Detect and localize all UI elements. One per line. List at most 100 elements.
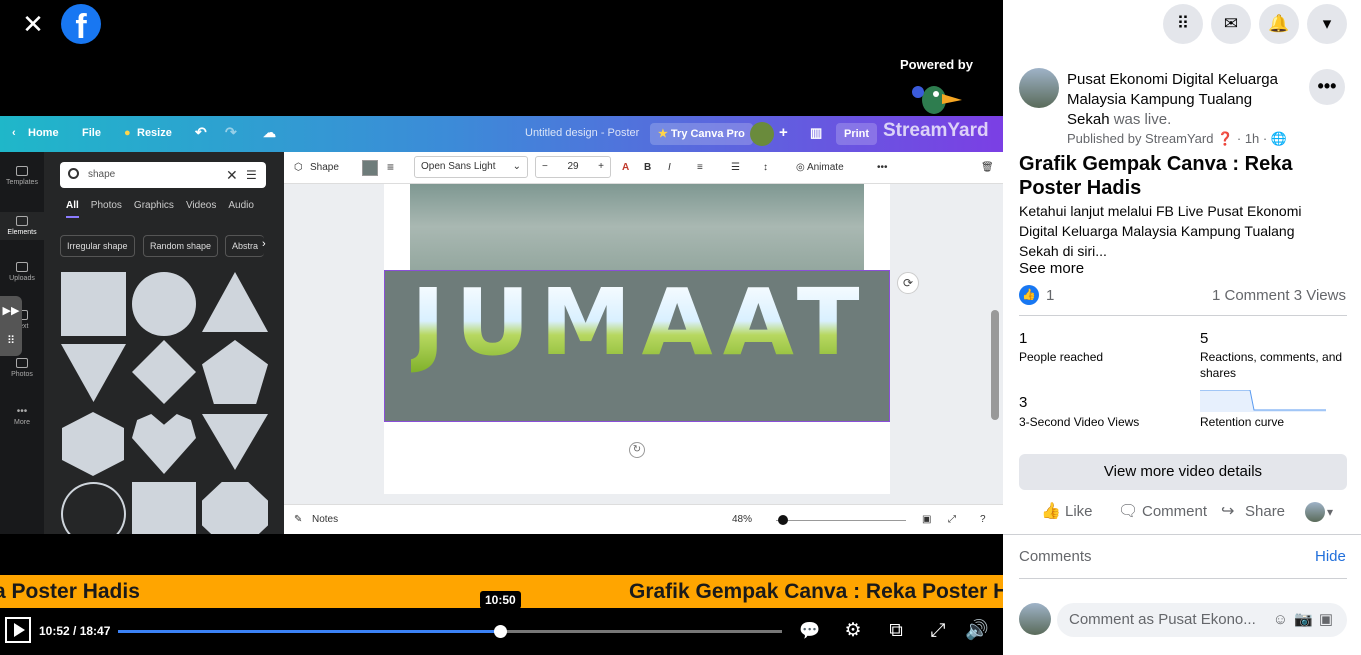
nav-more[interactable]: ••• More [0, 406, 44, 426]
selected-text-frame[interactable]: JUMAAT [384, 270, 890, 422]
hide-comments-link[interactable]: Hide [1315, 548, 1346, 565]
progress-bar[interactable] [118, 625, 782, 638]
try-canva-pro-button[interactable]: ★ Try Canva Pro [650, 123, 753, 145]
pages-icon[interactable]: ▣ [922, 514, 931, 525]
shape-square[interactable] [61, 272, 126, 336]
facebook-logo[interactable]: f [61, 4, 101, 44]
font-select[interactable]: Open Sans Light ⌄ [414, 156, 528, 178]
trash-icon[interactable]: 🗑 [981, 162, 994, 173]
bold-icon[interactable]: B [644, 162, 651, 173]
border-style-icon[interactable]: ≡ [387, 160, 394, 174]
tab-photos[interactable]: Photos [91, 200, 122, 211]
nav-elements[interactable]: Elements [0, 212, 44, 240]
more-options-icon[interactable]: ••• [877, 162, 888, 173]
back-icon[interactable]: ‹ [12, 127, 16, 139]
fullscreen-icon[interactable]: ⤢ [925, 619, 951, 643]
like-reaction-icon[interactable]: 👍 [1019, 285, 1039, 305]
chip-abstract[interactable]: Abstra [225, 235, 265, 257]
menu-grid-icon[interactable]: ⠿ [1163, 4, 1203, 44]
page-name-link[interactable]: Pusat Ekonomi Digital Keluarga Malaysia … [1067, 71, 1278, 128]
shape-triangle-down[interactable] [61, 344, 126, 402]
add-icon[interactable]: + [779, 124, 788, 141]
home-button[interactable]: Home [28, 127, 59, 139]
tab-graphics[interactable]: Graphics [134, 200, 174, 211]
background-photo[interactable] [410, 184, 864, 270]
shape-square-2[interactable] [132, 482, 196, 534]
notes-button[interactable]: Notes [312, 514, 338, 525]
video-frame[interactable]: ‹ Home File ● Resize ↶ ↷ ☁ Untitled desi… [0, 116, 1003, 534]
profile-chevron-down-icon[interactable]: ▾ [1327, 502, 1333, 522]
canvas-headline[interactable]: JUMAAT [411, 273, 865, 373]
list-icon[interactable]: ☰ [731, 162, 740, 173]
rotate-icon[interactable]: ↻ [629, 442, 645, 458]
picture-in-picture-icon[interactable]: ⧉ [883, 619, 909, 643]
more-options-icon[interactable]: ••• [1309, 69, 1345, 105]
chevron-right-icon[interactable]: › [262, 238, 266, 250]
search-input[interactable]: shape ✕ ☰ [60, 162, 266, 188]
messenger-icon[interactable]: ✉ [1211, 4, 1251, 44]
view-more-details-button[interactable]: View more video details [1019, 454, 1347, 490]
font-size-stepper[interactable]: − 29 + [535, 156, 611, 178]
camera-icon[interactable]: 📷 [1294, 611, 1319, 628]
help-icon[interactable]: ? [980, 514, 986, 525]
tab-videos[interactable]: Videos [186, 200, 216, 211]
comment-count[interactable]: 1 Comment [1212, 287, 1290, 304]
page-avatar[interactable] [1019, 68, 1059, 108]
like-button[interactable]: 👍 Like [1041, 502, 1093, 522]
shape-octagon[interactable] [202, 482, 268, 534]
shape-triangle[interactable] [202, 272, 268, 332]
redo-icon[interactable]: ↷ [225, 124, 237, 141]
help-icon[interactable]: ❓ · [1217, 131, 1245, 146]
color-swatch[interactable] [362, 160, 378, 176]
progress-knob[interactable] [494, 625, 508, 638]
nav-templates[interactable]: Templates [0, 166, 44, 186]
animate-button[interactable]: ◎ Animate [796, 162, 844, 173]
shape-label[interactable]: Shape [310, 162, 339, 173]
shape-circle-outline[interactable] [61, 482, 126, 534]
chip-irregular-shape[interactable]: Irregular shape [60, 235, 135, 257]
drag-handle-icon[interactable]: ▶▶ ⠿ [0, 296, 22, 356]
clear-icon[interactable]: ✕ [226, 162, 238, 188]
comment-input[interactable]: Comment as Pusat Ekono... ☺📷▣ [1057, 603, 1347, 637]
notifications-bell-icon[interactable]: 🔔 [1259, 4, 1299, 44]
tab-all[interactable]: All [66, 200, 79, 218]
gear-icon[interactable]: ⚙ [840, 619, 866, 643]
profile-avatar[interactable] [1305, 502, 1325, 522]
minus-icon[interactable]: − [542, 157, 548, 177]
account-menu-chevron-icon[interactable]: ▾ [1307, 4, 1347, 44]
chip-random-shape[interactable]: Random shape [143, 235, 219, 257]
refresh-icon[interactable]: ⟳ [897, 272, 919, 294]
chart-icon[interactable]: ▥ [810, 125, 822, 141]
emoji-icon[interactable]: ☺ [1273, 611, 1294, 628]
sticker-icon[interactable]: ▣ [1319, 611, 1339, 628]
design-canvas[interactable]: JUMAAT ↻ ⟳ [284, 184, 1003, 504]
filter-icon[interactable]: ☰ [246, 162, 257, 188]
captions-icon[interactable]: 💬 [797, 619, 823, 643]
commenter-avatar[interactable] [1019, 603, 1051, 635]
shape-pentagon[interactable] [202, 340, 268, 404]
nav-uploads[interactable]: Uploads [0, 262, 44, 282]
spacing-icon[interactable]: ↕ [763, 162, 768, 173]
share-button[interactable]: ↪ Share [1221, 502, 1285, 522]
zoom-knob[interactable] [778, 515, 788, 525]
poster-page[interactable]: JUMAAT ↻ [384, 184, 890, 494]
shape-triangle-down-2[interactable] [202, 414, 268, 470]
zoom-slider[interactable] [776, 520, 906, 521]
post-age[interactable]: 1h [1245, 131, 1259, 146]
italic-icon[interactable]: I [668, 162, 671, 173]
avatar[interactable] [750, 122, 774, 146]
comment-button[interactable]: 🗨 Comment [1118, 502, 1207, 522]
file-menu[interactable]: File [82, 127, 101, 139]
volume-icon[interactable]: 🔊 [964, 619, 990, 643]
see-more-link[interactable]: See more [1019, 260, 1084, 277]
align-icon[interactable]: ≡ [697, 162, 703, 173]
fullscreen-icon[interactable]: ⤢ [948, 514, 956, 525]
vertical-scrollbar[interactable] [991, 310, 999, 420]
shape-heart[interactable] [132, 414, 196, 474]
nav-photos[interactable]: Photos [0, 358, 44, 378]
doc-title[interactable]: Untitled design - Poster [525, 127, 639, 139]
play-icon[interactable] [5, 617, 31, 643]
print-button[interactable]: Print [836, 123, 878, 145]
undo-icon[interactable]: ↶ [195, 124, 207, 141]
shape-hexagon[interactable] [62, 412, 124, 476]
